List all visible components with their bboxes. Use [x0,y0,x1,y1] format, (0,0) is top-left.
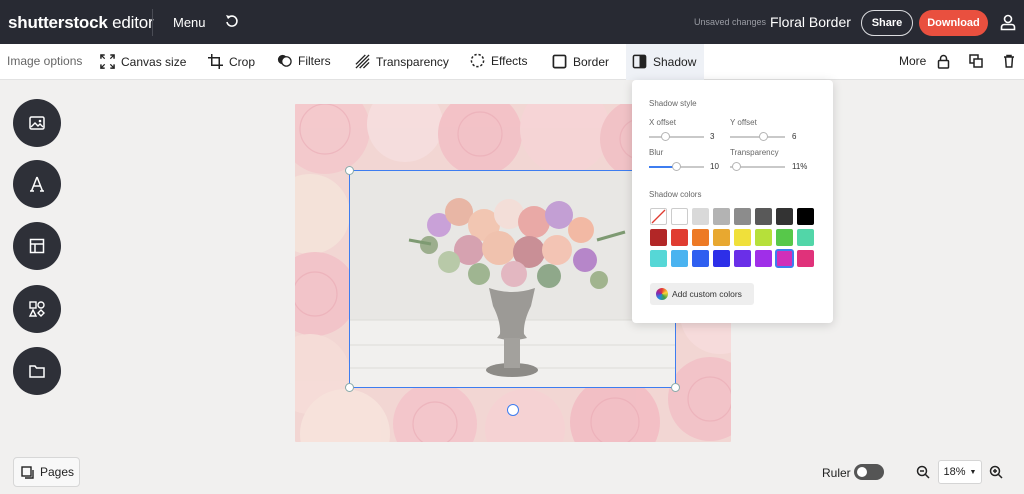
no-color-icon [651,209,666,224]
color-swatch[interactable] [776,208,793,225]
x-offset-slider[interactable] [649,136,704,138]
color-swatch[interactable] [797,250,814,267]
filters-button[interactable]: Filters [277,53,331,68]
more-button[interactable]: More [899,54,926,68]
layout-icon [29,238,45,254]
elements-button[interactable] [13,285,61,333]
crop-button[interactable]: Crop [208,54,255,69]
blur-thumb[interactable] [672,162,681,171]
rotate-handle[interactable] [507,404,519,416]
effects-icon [470,53,485,68]
layouts-button[interactable] [13,222,61,270]
blur-value: 10 [710,162,719,171]
color-swatch[interactable] [734,250,751,267]
color-swatch[interactable] [692,229,709,246]
transparency-button[interactable]: Transparency [355,54,449,69]
ruler-label: Ruler [822,466,851,480]
trash-icon[interactable] [1003,54,1015,68]
ruler-toggle-knob [857,467,867,477]
zoom-level-select[interactable]: 18% ▼ [938,460,982,484]
transparency-icon [355,54,370,69]
app-logo[interactable]: shutterstock editor [8,13,154,33]
transparency-label: Transparency [730,148,779,157]
canvas-size-button[interactable]: Canvas size [100,54,186,69]
filters-icon [277,54,292,67]
color-swatch[interactable] [671,208,688,225]
resize-handle-bottom-right[interactable] [671,383,680,392]
color-swatch[interactable] [650,229,667,246]
border-icon [552,54,567,69]
text-button[interactable] [13,160,61,208]
document-title[interactable]: Floral Border [770,14,851,30]
y-offset-label: Y offset [730,118,757,127]
pages-icon [21,465,34,479]
menu-button[interactable]: Menu [173,15,206,30]
add-custom-colors-button[interactable]: Add custom colors [650,283,754,305]
duplicate-icon[interactable] [969,54,983,68]
color-swatch[interactable] [776,229,793,246]
text-icon [30,176,44,192]
border-button[interactable]: Border [552,54,609,69]
shadow-button[interactable]: Shadow [632,54,696,69]
blur-label: Blur [649,148,664,157]
top-bar: shutterstock editor Menu Unsaved changes… [0,0,1024,44]
zoom-in-icon[interactable] [989,465,1003,479]
y-offset-thumb[interactable] [758,132,768,141]
color-swatch[interactable] [775,249,794,268]
resize-icon [100,54,115,69]
resize-handle-bottom-left[interactable] [345,383,354,392]
no-shadow-swatch[interactable] [650,208,667,225]
color-swatch[interactable] [734,208,751,225]
transparency-thumb[interactable] [731,162,741,171]
uploads-button[interactable] [13,347,61,395]
images-button[interactable] [13,99,61,147]
color-swatch[interactable] [734,229,751,246]
share-button[interactable]: Share [861,10,913,36]
zoom-out-icon[interactable] [916,465,930,479]
color-swatch[interactable] [713,250,730,267]
user-icon[interactable] [999,13,1017,31]
shadow-panel: Shadow style X offset 3 Y offset 6 Blur … [632,80,833,323]
x-offset-label: X offset [649,118,676,127]
elements-icon [28,301,45,317]
shadow-colors-title: Shadow colors [649,190,702,199]
x-offset-value: 3 [710,132,715,141]
image-options-label: Image options [7,54,83,68]
color-swatch[interactable] [671,229,688,246]
y-offset-slider[interactable] [730,136,785,138]
lock-icon[interactable] [937,54,950,69]
folder-icon [29,365,45,378]
chevron-down-icon: ▼ [969,468,977,476]
undo-icon[interactable] [224,13,240,29]
color-swatch[interactable] [692,250,709,267]
color-swatch[interactable] [755,250,772,267]
color-swatch[interactable] [797,229,814,246]
shadow-style-title: Shadow style [649,99,697,108]
color-swatch[interactable] [755,229,772,246]
color-swatch[interactable] [755,208,772,225]
color-wheel-icon [656,288,668,300]
pages-button[interactable]: Pages [13,457,80,487]
shadow-icon [632,54,647,69]
crop-icon [208,54,223,69]
toolbar: Image options Canvas size Crop Filters T… [0,44,1024,80]
color-swatch[interactable] [713,208,730,225]
divider [152,9,153,36]
selected-photo[interactable] [349,170,676,388]
image-icon [29,116,45,130]
download-button[interactable]: Download [919,10,988,36]
ruler-toggle[interactable] [854,464,884,480]
x-offset-thumb[interactable] [661,132,670,141]
color-swatch[interactable] [671,250,688,267]
color-swatch[interactable] [797,208,814,225]
color-swatch[interactable] [713,229,730,246]
unsaved-changes-label: Unsaved changes [694,17,767,27]
color-swatch[interactable] [692,208,709,225]
effects-button[interactable]: Effects [470,53,527,68]
color-swatch[interactable] [650,250,667,267]
y-offset-value: 6 [792,132,797,141]
transparency-value: 11% [792,162,808,171]
resize-handle-top-left[interactable] [345,166,354,175]
